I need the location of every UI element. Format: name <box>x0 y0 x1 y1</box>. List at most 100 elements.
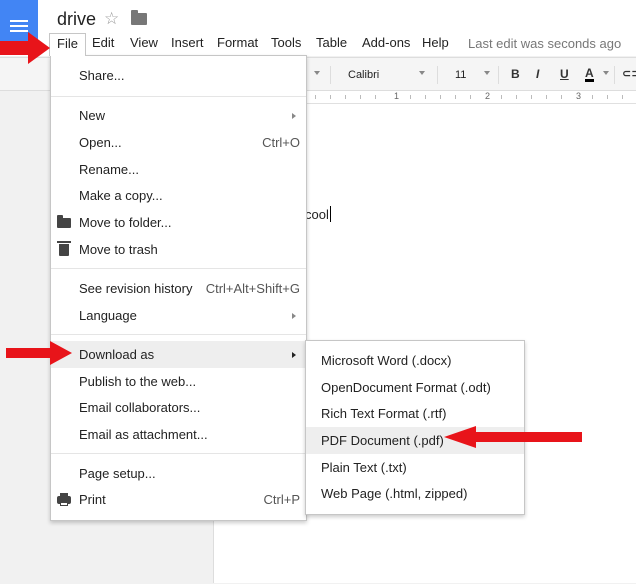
print-icon <box>57 493 71 506</box>
menu-item-label: Move to trash <box>79 242 158 257</box>
ruler-tick <box>622 95 623 99</box>
menu-item-label: Microsoft Word (.docx) <box>321 353 452 368</box>
menu-item-label: Download as <box>79 347 155 362</box>
text-cursor <box>330 206 331 222</box>
trash-icon <box>57 241 71 256</box>
menu-item-label: Make a copy... <box>79 188 163 203</box>
size-dropdown-arrow-icon[interactable] <box>484 71 490 75</box>
menu-item-open[interactable]: Open... Ctrl+O <box>51 129 306 156</box>
menu-view[interactable]: View <box>123 33 165 53</box>
menu-item-label: Publish to the web... <box>79 374 197 389</box>
menu-item-page-setup[interactable]: Page setup... <box>51 460 306 487</box>
menu-item-move-to-trash[interactable]: Move to trash <box>51 236 306 263</box>
ruler-tick <box>561 95 562 99</box>
annotation-arrow-file <box>0 32 50 64</box>
ruler-number: 1 <box>394 91 400 101</box>
link-icon[interactable]: ⊂⊃ <box>622 67 636 80</box>
ruler-tick <box>315 95 316 99</box>
ruler-tick <box>470 95 471 99</box>
download-rtf[interactable]: Rich Text Format (.rtf) <box>306 400 524 427</box>
download-txt[interactable]: Plain Text (.txt) <box>306 454 524 481</box>
ruler-tick <box>345 95 346 99</box>
download-odt[interactable]: OpenDocument Format (.odt) <box>306 374 524 401</box>
text-color-button[interactable]: A <box>585 67 594 82</box>
menu-table[interactable]: Table <box>309 33 354 53</box>
annotation-arrow-pdf <box>444 426 582 448</box>
ruler-tick <box>375 95 376 99</box>
shortcut-label: Ctrl+O <box>262 135 300 150</box>
folder-icon[interactable] <box>131 10 147 25</box>
menu-item-language[interactable]: Language <box>51 302 306 329</box>
shortcut-label: Ctrl+P <box>263 492 300 507</box>
font-size-dropdown[interactable]: 11 <box>455 69 466 81</box>
menu-item-new[interactable]: New <box>51 102 306 129</box>
menu-item-label: Open... <box>79 135 122 150</box>
submenu-arrow-icon <box>292 113 296 119</box>
ruler-tick <box>330 95 331 99</box>
ruler-tick <box>531 95 532 99</box>
download-docx[interactable]: Microsoft Word (.docx) <box>306 347 524 374</box>
menu-item-label: Email as attachment... <box>79 427 208 442</box>
menu-divider <box>51 268 306 269</box>
italic-button[interactable]: I <box>536 67 539 81</box>
menu-item-share[interactable]: Share... <box>51 62 306 89</box>
menu-item-label: Email collaborators... <box>79 400 201 415</box>
ruler[interactable]: 1 2 3 <box>305 91 636 104</box>
menu-item-print[interactable]: Print Ctrl+P <box>51 486 306 513</box>
menu-item-publish[interactable]: Publish to the web... <box>51 368 306 395</box>
menu-help[interactable]: Help <box>415 33 456 53</box>
ruler-tick <box>440 95 441 99</box>
font-dropdown-arrow-icon[interactable] <box>419 71 425 75</box>
menu-item-label: Language <box>79 308 137 323</box>
shortcut-label: Ctrl+Alt+Shift+G <box>205 281 300 296</box>
ruler-tick <box>546 95 547 99</box>
menu-item-download-as[interactable]: Download as <box>51 341 306 368</box>
menu-item-label: Plain Text (.txt) <box>321 460 407 475</box>
menu-item-label: PDF Document (.pdf) <box>321 433 444 448</box>
menu-item-label: See revision history <box>79 281 193 296</box>
menu-item-label: Rename... <box>79 162 139 177</box>
menu-item-rename[interactable]: Rename... <box>51 156 306 183</box>
toolbar-divider <box>437 66 438 84</box>
font-family-dropdown[interactable]: Calibri <box>348 69 379 81</box>
menu-insert[interactable]: Insert <box>164 33 211 53</box>
ruler-tick <box>455 95 456 99</box>
menu-tools[interactable]: Tools <box>264 33 308 53</box>
download-html[interactable]: Web Page (.html, zipped) <box>306 480 524 507</box>
ruler-tick <box>501 95 502 99</box>
menu-item-label: Rich Text Format (.rtf) <box>321 406 447 421</box>
menu-edit[interactable]: Edit <box>85 33 121 53</box>
menu-addons[interactable]: Add-ons <box>355 33 417 53</box>
folder-icon <box>57 215 71 228</box>
star-icon[interactable]: ☆ <box>104 9 119 29</box>
menu-item-email-collaborators[interactable]: Email collaborators... <box>51 394 306 421</box>
ruler-tick <box>607 95 608 99</box>
menu-format[interactable]: Format <box>210 33 265 53</box>
text-color-dropdown-arrow-icon[interactable] <box>603 71 609 75</box>
submenu-arrow-icon <box>292 352 296 358</box>
underline-button[interactable]: U <box>560 67 569 81</box>
menu-item-move-to-folder[interactable]: Move to folder... <box>51 209 306 236</box>
document-text[interactable]: cool <box>305 207 329 222</box>
menu-item-label: Move to folder... <box>79 215 172 230</box>
toolbar-divider <box>498 66 499 84</box>
menu-item-email-attachment[interactable]: Email as attachment... <box>51 421 306 448</box>
toolbar-divider <box>330 66 331 84</box>
menu-item-label: Web Page (.html, zipped) <box>321 486 468 501</box>
toolbar-divider <box>614 66 615 84</box>
bold-button[interactable]: B <box>511 67 520 81</box>
submenu-arrow-icon <box>292 313 296 319</box>
ruler-tick <box>410 95 411 99</box>
menu-item-revision-history[interactable]: See revision history Ctrl+Alt+Shift+G <box>51 275 306 302</box>
file-menu: Share... New Open... Ctrl+O Rename... Ma… <box>50 55 307 521</box>
menu-item-label: New <box>79 108 106 123</box>
document-title[interactable]: drive <box>57 9 96 30</box>
menu-file[interactable]: File <box>49 33 86 56</box>
menu-item-label: Share... <box>79 68 125 83</box>
ruler-tick <box>360 95 361 99</box>
menu-item-make-copy[interactable]: Make a copy... <box>51 182 306 209</box>
menu-divider <box>51 453 306 454</box>
style-dropdown-arrow-icon[interactable] <box>314 71 320 75</box>
app-header: drive ☆ File Edit View Insert Format Too… <box>0 0 636 56</box>
last-edit-status[interactable]: Last edit was seconds ago <box>468 36 621 51</box>
